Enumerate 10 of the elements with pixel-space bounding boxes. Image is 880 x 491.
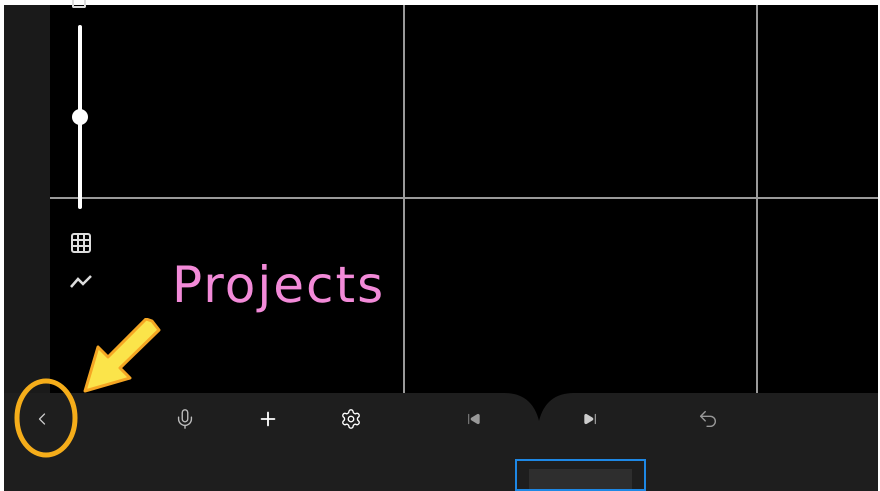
timeline-frame[interactable] [515,459,646,491]
skip-forward-icon [583,412,597,426]
slider-thumb[interactable] [72,109,88,125]
settings-icon [340,408,362,430]
undo-icon [697,408,719,430]
grid-icon[interactable] [69,231,93,255]
skip-back-icon [467,412,481,426]
annotation-text: Projects [172,255,386,316]
exposure-slider[interactable] [71,25,89,209]
brightness-icon [72,0,86,8]
